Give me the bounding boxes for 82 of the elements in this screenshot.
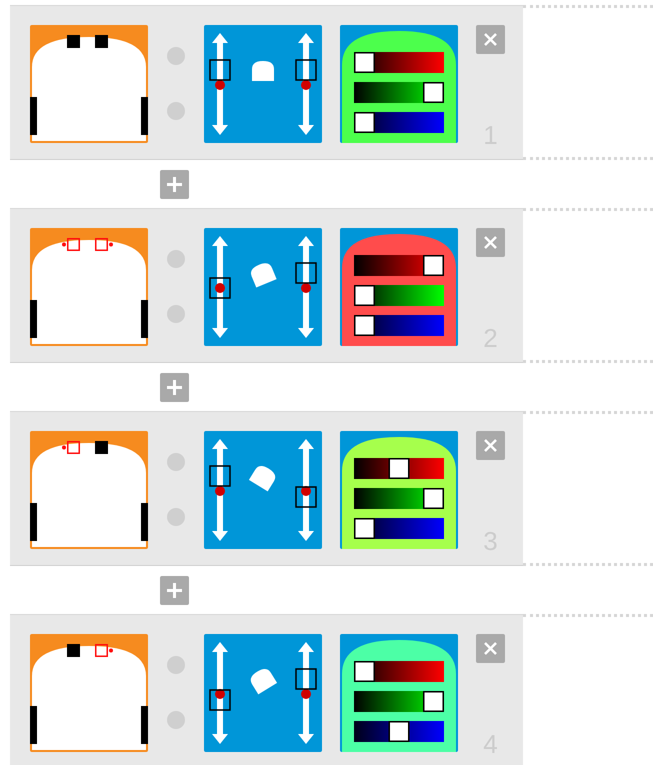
slider-track[interactable] <box>209 439 231 541</box>
slider-thumb[interactable] <box>423 255 444 276</box>
zero-marker <box>301 689 311 699</box>
plus-icon <box>167 176 182 192</box>
color-slider[interactable] <box>354 112 444 133</box>
slider-thumb[interactable] <box>209 277 231 299</box>
side-sensor-marker <box>141 503 148 541</box>
color-slider[interactable] <box>354 52 444 73</box>
sensor-button[interactable] <box>62 441 80 454</box>
slider-track[interactable] <box>295 439 317 541</box>
color-slider[interactable] <box>354 255 444 276</box>
robot-icon <box>250 669 278 694</box>
indicator-dot <box>167 656 185 674</box>
side-sensor-marker <box>30 97 37 135</box>
sensor-button[interactable] <box>95 238 113 251</box>
slider-thumb[interactable] <box>295 486 317 508</box>
plus-icon <box>167 380 182 394</box>
indicator-dot <box>167 250 185 268</box>
close-icon <box>484 33 497 46</box>
side-sensor-marker <box>141 706 148 744</box>
slider-track[interactable] <box>295 642 317 744</box>
slider-thumb[interactable] <box>388 458 410 479</box>
color-slider[interactable] <box>354 315 444 336</box>
indicator-dot <box>167 508 185 526</box>
slider-thumb[interactable] <box>354 661 375 682</box>
close-icon <box>484 642 497 655</box>
color-slider[interactable] <box>354 721 444 742</box>
sensor-button[interactable] <box>95 644 113 657</box>
side-sensor-marker <box>30 300 37 338</box>
zero-marker <box>301 80 311 90</box>
zero-marker <box>215 283 225 293</box>
slider-track[interactable] <box>209 236 231 338</box>
proximity-event-block[interactable] <box>30 431 148 549</box>
robot-icon <box>250 263 277 288</box>
slider-thumb[interactable] <box>295 59 317 81</box>
indicator-dot <box>167 711 185 729</box>
sensor-button[interactable] <box>62 238 80 251</box>
slider-track[interactable] <box>295 236 317 338</box>
color-slider[interactable] <box>354 691 444 712</box>
slider-track[interactable] <box>209 33 231 135</box>
slider-thumb[interactable] <box>423 488 444 509</box>
slider-thumb[interactable] <box>388 721 410 742</box>
slider-thumb[interactable] <box>423 691 444 712</box>
slider-track[interactable] <box>209 642 231 744</box>
slider-thumb[interactable] <box>354 518 375 539</box>
slider-thumb[interactable] <box>354 52 375 73</box>
plus-icon <box>167 582 182 598</box>
zero-marker <box>301 283 311 293</box>
robot-icon <box>252 61 274 81</box>
color-slider[interactable] <box>354 488 444 509</box>
close-icon <box>484 236 497 249</box>
close-icon <box>484 439 497 452</box>
zero-marker <box>301 486 311 496</box>
slider-thumb[interactable] <box>295 262 317 284</box>
slider-thumb[interactable] <box>209 465 231 487</box>
side-sensor-marker <box>30 503 37 541</box>
color-slider[interactable] <box>354 82 444 103</box>
proximity-event-block[interactable] <box>30 634 148 752</box>
slider-thumb[interactable] <box>209 689 231 711</box>
indicator-dot <box>167 102 185 120</box>
side-sensor-marker <box>141 300 148 338</box>
zero-marker <box>215 689 225 699</box>
indicator-dot <box>167 305 185 323</box>
slider-thumb[interactable] <box>354 285 375 306</box>
side-sensor-marker <box>30 706 37 744</box>
color-slider[interactable] <box>354 518 444 539</box>
slider-thumb[interactable] <box>423 82 444 103</box>
slider-thumb[interactable] <box>354 112 375 133</box>
color-slider[interactable] <box>354 285 444 306</box>
slider-thumb[interactable] <box>295 668 317 690</box>
color-slider[interactable] <box>354 458 444 479</box>
side-sensor-marker <box>141 97 148 135</box>
slider-thumb[interactable] <box>354 315 375 336</box>
proximity-event-block[interactable] <box>30 228 148 346</box>
zero-marker <box>215 486 225 496</box>
zero-marker <box>215 80 225 90</box>
slider-thumb[interactable] <box>209 59 231 81</box>
color-slider[interactable] <box>354 661 444 682</box>
robot-icon <box>248 466 276 492</box>
indicator-dot <box>167 47 185 65</box>
slider-track[interactable] <box>295 33 317 135</box>
indicator-dot <box>167 453 185 471</box>
